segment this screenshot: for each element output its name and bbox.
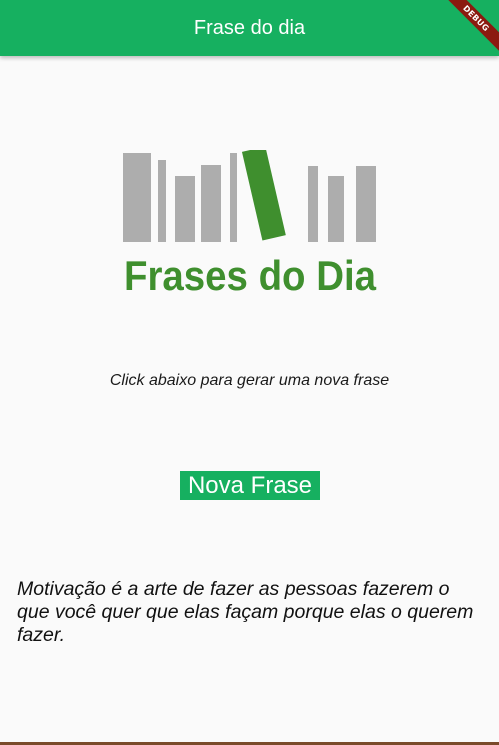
logo-book xyxy=(123,153,151,242)
logo-book-tilted xyxy=(241,150,286,241)
nova-frase-button[interactable]: Nova Frase xyxy=(180,471,320,500)
logo-book xyxy=(158,160,166,242)
logo-book xyxy=(328,176,344,242)
logo-text: Frases do Dia xyxy=(124,252,377,295)
frases-do-dia-logo: Frases do Dia xyxy=(123,150,377,295)
logo-book xyxy=(201,165,221,242)
instruction-text: Click abaixo para gerar uma nova frase xyxy=(109,372,390,389)
logo-book xyxy=(230,153,237,242)
logo-book xyxy=(308,166,318,242)
debug-banner: DEBUG xyxy=(439,0,499,60)
app-screen: Frase do dia DEBUG Frases do Dia Click a… xyxy=(0,0,499,745)
logo-book xyxy=(175,176,195,242)
app-bar-title: Frase do dia xyxy=(193,16,306,39)
quote-text: Motivação é a arte de fazer as pessoas f… xyxy=(17,578,474,646)
debug-banner-label: DEBUG xyxy=(439,0,499,55)
app-bar: Frase do dia xyxy=(0,0,499,56)
logo-book xyxy=(356,166,376,242)
